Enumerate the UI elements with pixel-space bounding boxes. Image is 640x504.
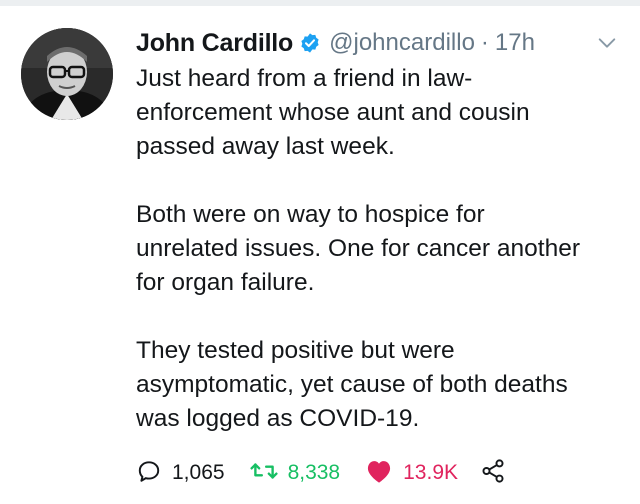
tweet-actions: 1,065 8,338 13.9K — [136, 456, 506, 490]
tweet[interactable]: John Cardillo @johncardillo · 17h Just h… — [0, 0, 640, 504]
profile-photo-icon — [21, 28, 113, 120]
handle[interactable]: @johncardillo — [329, 29, 475, 57]
reply-button[interactable]: 1,065 — [136, 458, 225, 489]
display-name[interactable]: John Cardillo — [136, 29, 293, 58]
tweet-paragraph: They tested positive but were asymptomat… — [136, 337, 568, 432]
share-button[interactable] — [480, 458, 506, 489]
share-icon — [480, 458, 506, 489]
verified-badge-icon — [299, 32, 321, 54]
tweet-paragraph: Both were on way to hospice for unrelate… — [136, 201, 580, 296]
retweet-icon — [249, 458, 278, 489]
tweet-header: John Cardillo @johncardillo · 17h — [136, 26, 620, 60]
reply-count: 1,065 — [172, 461, 225, 484]
tweet-text: Just heard from a friend in law- enforce… — [136, 62, 626, 470]
retweet-count: 8,338 — [287, 461, 341, 484]
retweet-button[interactable]: 8,338 — [249, 458, 341, 489]
timestamp[interactable]: 17h — [495, 29, 535, 57]
separator-dot: · — [480, 29, 489, 56]
like-button[interactable]: 13.9K — [365, 458, 458, 489]
reply-icon — [136, 458, 162, 489]
heart-icon — [365, 458, 393, 489]
like-count: 13.9K — [403, 461, 459, 484]
tweet-paragraph: Just heard from a friend in law- enforce… — [136, 65, 530, 160]
chevron-down-icon[interactable] — [596, 32, 618, 54]
avatar[interactable] — [21, 28, 113, 120]
